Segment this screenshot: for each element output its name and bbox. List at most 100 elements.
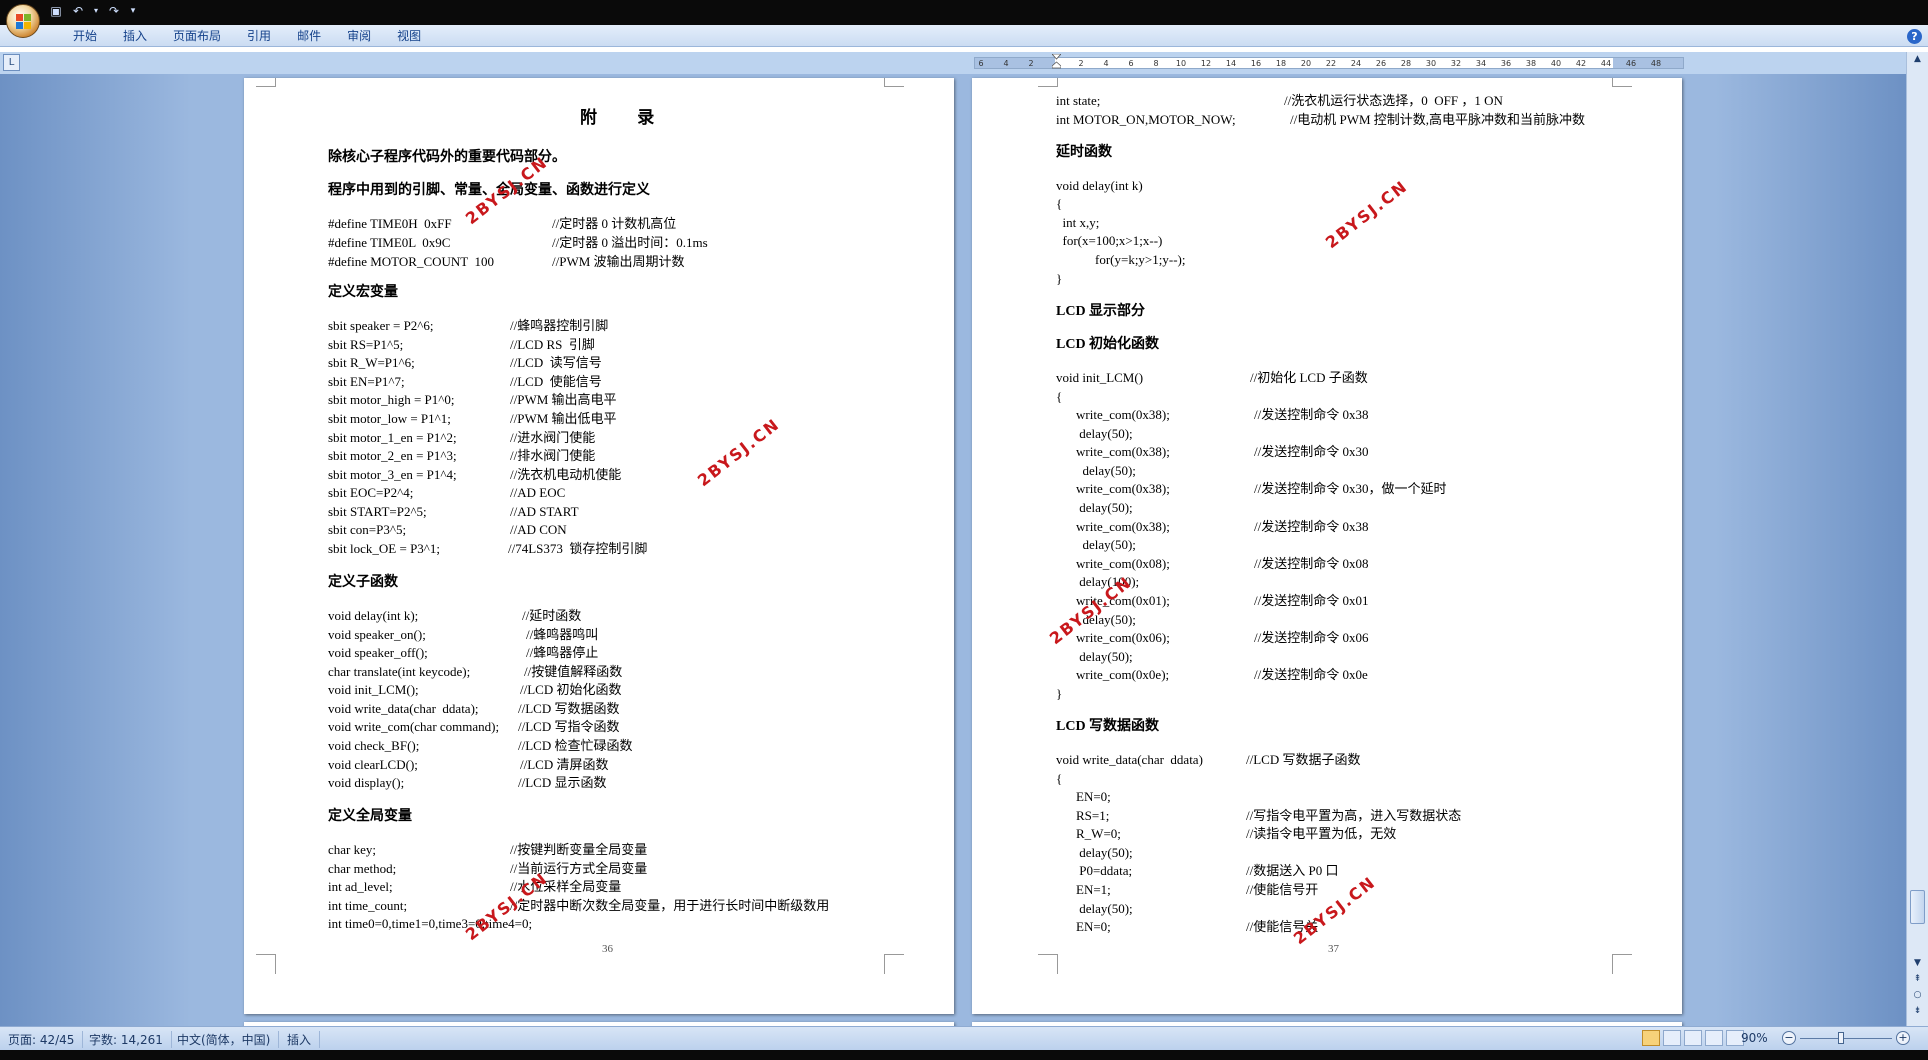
crop-mark [1612,954,1632,974]
code-line: delay(50); [1076,901,1133,916]
section-heading: 延时函数 [1056,145,1112,160]
code-line: delay(50); [1076,845,1133,860]
scroll-down-icon[interactable]: ▼ [1910,956,1925,970]
ruler-tick: 8 [1153,59,1159,68]
select-browse-object-icon[interactable]: ○ [1910,988,1925,1002]
code-line: EN=0; [1076,789,1111,804]
tab-references[interactable]: 引用 [234,25,284,47]
code-line: write_com(0x0e);//发送控制命令 0x0e [1076,667,1368,682]
full-screen-reading-icon[interactable] [1663,1030,1681,1046]
document-page-37[interactable]: int state;//洗衣机运行状态选择，0 OFF ，1 ON int MO… [972,78,1682,1014]
previous-page-icon[interactable]: ⇞ [1910,972,1925,986]
section-heading: 定义子函数 [328,575,398,590]
page-count-status[interactable]: 页面: 42/45 [8,1031,84,1048]
insert-mode-status[interactable]: 插入 [287,1031,321,1048]
save-icon[interactable]: ▣ [48,3,64,19]
ruler-tick: 40 [1550,59,1562,68]
ruler-tick: 44 [1600,59,1612,68]
next-page-icon[interactable]: ⇟ [1910,1004,1925,1018]
ruler-tick: 38 [1525,59,1537,68]
undo-icon[interactable]: ↶ [70,3,86,19]
code-line: void write_data(char ddata)//LCD 写数据子函数 [1056,752,1361,767]
ruler-tick: 2 [1078,59,1084,68]
zoom-out-icon[interactable]: − [1782,1031,1796,1045]
redo-icon[interactable]: ↷ [106,3,122,19]
outline-view-icon[interactable] [1705,1030,1723,1046]
code-line: write_com(0x38);//发送控制命令 0x38 [1076,519,1369,534]
code-line: R_W=0;//读指令电平置为低，无效 [1076,826,1397,841]
view-buttons [1642,1030,1744,1046]
crop-mark [1612,78,1632,87]
code-line: P0=ddata;//数据送入 P0 口 [1076,863,1339,878]
code-line: void clearLCD();//LCD 清屏函数 [328,757,609,772]
ruler-tick: 2 [1028,59,1034,68]
code-line: delay(50); [1076,463,1136,478]
ruler-tick: 48 [1650,59,1662,68]
taskbar-edge [0,1050,1928,1060]
zoom-level[interactable]: 90% [1741,1031,1768,1045]
tab-review[interactable]: 审阅 [334,25,384,47]
code-line: void check_BF();//LCD 检查忙碌函数 [328,738,633,753]
code-line: EN=0;//使能信号关 [1076,919,1319,934]
status-bar: 页面: 42/45 字数: 14,261 中文(简体，中国) 插入 90% − … [0,1026,1928,1050]
customize-toolbar-icon[interactable]: ▾ [128,3,138,19]
ruler-tick: 18 [1275,59,1287,68]
tab-view[interactable]: 视图 [384,25,434,47]
document-page-36[interactable]: 附 录 除核心子程序代码外的重要代码部分。 程序中用到的引脚、常量、全局变量、函… [244,78,954,1014]
ruler-tick: 36 [1500,59,1512,68]
crop-mark [256,954,276,974]
tab-home[interactable]: 开始 [60,25,110,47]
code-line: int ad_level;//水位采样全局变量 [328,879,622,894]
office-logo-icon [16,14,31,29]
ruler-tick: 4 [1003,59,1009,68]
code-line: sbit RS=P1^5;//LCD RS 引脚 [328,337,595,352]
scroll-up-icon[interactable]: ▲ [1910,52,1925,66]
tab-mailings[interactable]: 邮件 [284,25,334,47]
code-line: int x,y; [1056,215,1100,230]
indent-marker-icon[interactable] [1052,54,1061,71]
code-line: int time_count;//定时器中断次数全局变量，用于进行长时间中断级数… [328,898,830,913]
document-workspace[interactable]: 附 录 除核心子程序代码外的重要代码部分。 程序中用到的引脚、常量、全局变量、函… [0,74,1906,1026]
ruler-tick: 6 [1128,59,1134,68]
scrollbar-thumb[interactable] [1910,890,1925,924]
code-line: write_com(0x38);//发送控制命令 0x30 [1076,444,1369,459]
code-line: write_com(0x06);//发送控制命令 0x06 [1076,630,1369,645]
crop-mark [1038,78,1058,87]
code-line: #define TIME0H 0xFF//定时器 0 计数机高位 [328,216,677,231]
language-status[interactable]: 中文(简体，中国) [177,1031,280,1048]
code-line: sbit START=P2^5;//AD START [328,504,579,519]
section-heading: LCD 写数据函数 [1056,719,1160,734]
code-line: { [1056,389,1063,404]
crop-mark [884,954,904,974]
ruler-tick: 6 [978,59,984,68]
tab-stop-selector-icon[interactable]: L [3,54,20,71]
zoom-slider-thumb[interactable] [1838,1032,1844,1044]
code-line: sbit motor_3_en = P1^4;//洗衣机电动机使能 [328,467,622,482]
zoom-slider[interactable] [1800,1038,1892,1039]
code-line: delay(50); [1076,500,1133,515]
tab-insert[interactable]: 插入 [110,25,160,47]
code-line: sbit EN=P1^7;//LCD 使能信号 [328,374,602,389]
code-line: { [1056,196,1063,211]
office-button[interactable] [6,4,40,38]
code-line: RS=1;//写指令电平置为高，进入写数据状态 [1076,808,1462,823]
code-line: delay(50); [1076,649,1133,664]
section-heading: LCD 初始化函数 [1056,337,1160,352]
ruler-tick: 32 [1450,59,1462,68]
horizontal-ruler[interactable]: 6 4 2 2 4 6 8 10 12 14 16 18 20 22 24 26… [974,57,1684,69]
code-line: sbit speaker = P2^6;//蜂鸣器控制引脚 [328,318,609,333]
code-line: void write_data(char ddata);//LCD 写数据函数 [328,701,620,716]
undo-dropdown-icon[interactable]: ▾ [92,3,100,19]
help-icon[interactable]: ? [1907,29,1922,44]
zoom-in-icon[interactable]: + [1896,1031,1910,1045]
print-layout-view-icon[interactable] [1642,1030,1660,1046]
ruler-tick: 22 [1325,59,1337,68]
vertical-scrollbar[interactable]: ▲ ▼ ⇞ ○ ⇟ [1906,52,1928,1026]
tab-page-layout[interactable]: 页面布局 [160,25,234,47]
code-line: void delay(int k) [1056,178,1143,193]
code-line: sbit motor_low = P1^1;//PWM 输出低电平 [328,411,617,426]
web-layout-icon[interactable] [1684,1030,1702,1046]
code-line: delay(50); [1076,426,1133,441]
code-line: sbit motor_1_en = P1^2;//进水阀门使能 [328,430,596,445]
word-count-status[interactable]: 字数: 14,261 [89,1031,172,1048]
